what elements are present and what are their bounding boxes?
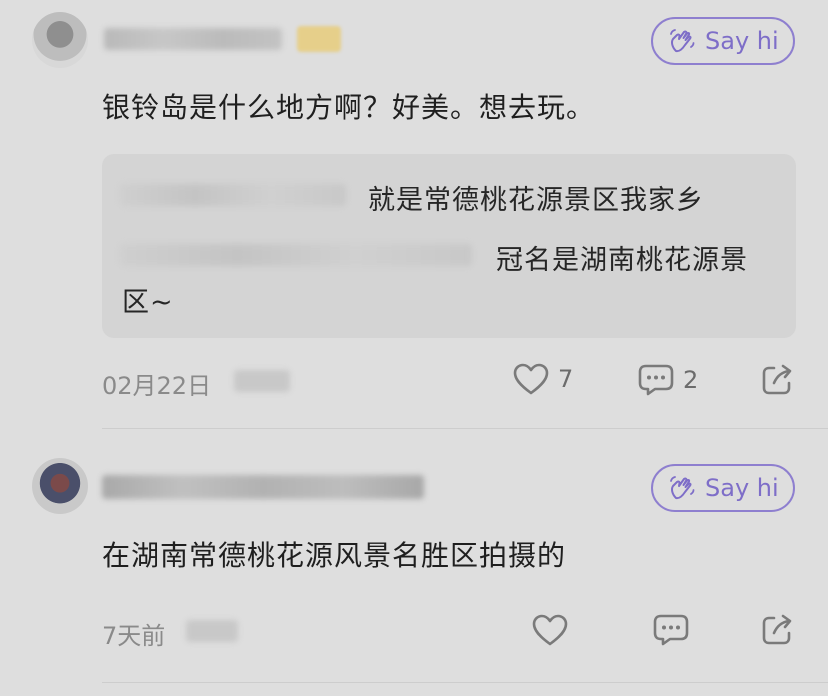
reply-preview[interactable]: 就是常德桃花源景区我家乡 冠名是湖南桃花源景 区~	[102, 154, 796, 338]
user-badge	[297, 26, 341, 52]
share-button[interactable]	[760, 613, 794, 647]
share-button[interactable]	[760, 363, 794, 397]
comment-bubble-icon	[638, 364, 674, 396]
like-count: 7	[558, 365, 574, 393]
comment-text: 银铃岛是什么地方啊？好美。想去玩。	[102, 91, 596, 124]
share-arrow-icon	[762, 364, 792, 395]
comment-location	[234, 370, 290, 392]
reply-author	[120, 184, 346, 206]
say-hi-label: Say hi	[705, 474, 779, 502]
divider	[102, 428, 828, 429]
reply-text: 就是常德桃花源景区我家乡	[368, 185, 704, 216]
username[interactable]	[104, 28, 282, 50]
comment-text: 在湖南常德桃花源风景名胜区拍摄的	[102, 539, 567, 572]
comment-count: 2	[683, 366, 699, 394]
comment-location	[186, 620, 238, 642]
heart-icon	[513, 363, 549, 395]
heart-icon	[532, 614, 568, 646]
comment-date: 02月22日	[102, 372, 212, 400]
comment-item: Say hi 银铃岛是什么地方啊？好美。想去玩。 就是常德桃花源景区我家乡 冠名…	[0, 0, 828, 430]
comment-bubble-icon	[653, 614, 689, 646]
like-button[interactable]: 7	[512, 362, 573, 396]
comment-date: 7天前	[102, 622, 166, 650]
reply-text: 冠名是湖南桃花源景	[496, 245, 748, 276]
comment-item: Say hi 在湖南常德桃花源风景名胜区拍摄的 7天前	[0, 430, 828, 696]
avatar[interactable]	[32, 458, 88, 514]
comment-button[interactable]: 2	[637, 363, 698, 397]
reply-author	[120, 244, 472, 266]
comment-button[interactable]	[652, 613, 690, 647]
waving-hand-icon	[670, 476, 695, 500]
reply-text-continued: 区~	[122, 287, 174, 318]
username[interactable]	[102, 475, 424, 499]
say-hi-button[interactable]: Say hi	[651, 17, 795, 65]
avatar[interactable]	[32, 12, 88, 68]
say-hi-button[interactable]: Say hi	[651, 464, 795, 512]
say-hi-label: Say hi	[705, 27, 779, 55]
divider	[102, 682, 828, 683]
like-button[interactable]	[531, 613, 569, 647]
share-arrow-icon	[762, 614, 792, 645]
waving-hand-icon	[670, 29, 695, 53]
